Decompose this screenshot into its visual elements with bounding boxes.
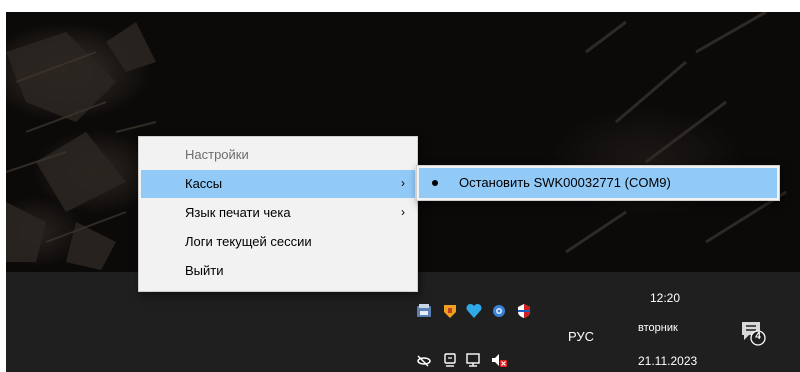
printer-app-icon[interactable]: [416, 303, 432, 319]
chevron-right-icon: ›: [401, 205, 405, 219]
menu-item-label: Кассы: [185, 176, 223, 191]
menu-item-session-logs[interactable]: Логи текущей сессии: [141, 228, 415, 256]
clock-weekday[interactable]: вторник: [638, 322, 678, 334]
menu-item-label: Настройки: [185, 147, 249, 162]
menu-item-exit[interactable]: Выйти: [141, 257, 415, 285]
vpn-heart-icon[interactable]: [466, 303, 482, 319]
chevron-right-icon: ›: [401, 176, 405, 190]
security-shield-icon[interactable]: [516, 303, 532, 319]
menu-item-receipt-language[interactable]: Язык печати чека ›: [141, 199, 415, 227]
volume-muted-icon[interactable]: [491, 352, 507, 368]
menu-item-label: Язык печати чека: [185, 205, 291, 220]
submenu-item-stop-register[interactable]: Остановить SWK00032771 (COM9): [419, 168, 777, 198]
menu-item-settings: Настройки: [141, 141, 415, 169]
network-icon[interactable]: [466, 352, 482, 368]
menu-item-cash-registers[interactable]: Кассы ›: [141, 170, 415, 198]
submenu-item-label: Остановить SWK00032771 (COM9): [459, 175, 671, 190]
gear-icon[interactable]: [491, 303, 507, 319]
tray-context-menu: Настройки Кассы › Язык печати чека › Лог…: [138, 136, 418, 292]
shield-app-icon[interactable]: [442, 303, 458, 319]
menu-item-label: Логи текущей сессии: [185, 234, 312, 249]
clock-time[interactable]: 12:20: [650, 291, 680, 305]
notification-count-badge: 4: [755, 331, 761, 342]
location-icon[interactable]: [416, 352, 432, 368]
clock-date[interactable]: 21.11.2023: [638, 354, 697, 368]
notification-center-button[interactable]: 4: [738, 318, 768, 348]
radio-bullet-icon: [432, 180, 438, 186]
cash-registers-submenu: Остановить SWK00032771 (COM9): [416, 165, 780, 201]
pen-device-icon[interactable]: [442, 352, 458, 368]
notification-icon: [742, 322, 766, 346]
input-language-indicator[interactable]: РУС: [568, 329, 594, 344]
menu-item-label: Выйти: [185, 263, 224, 278]
